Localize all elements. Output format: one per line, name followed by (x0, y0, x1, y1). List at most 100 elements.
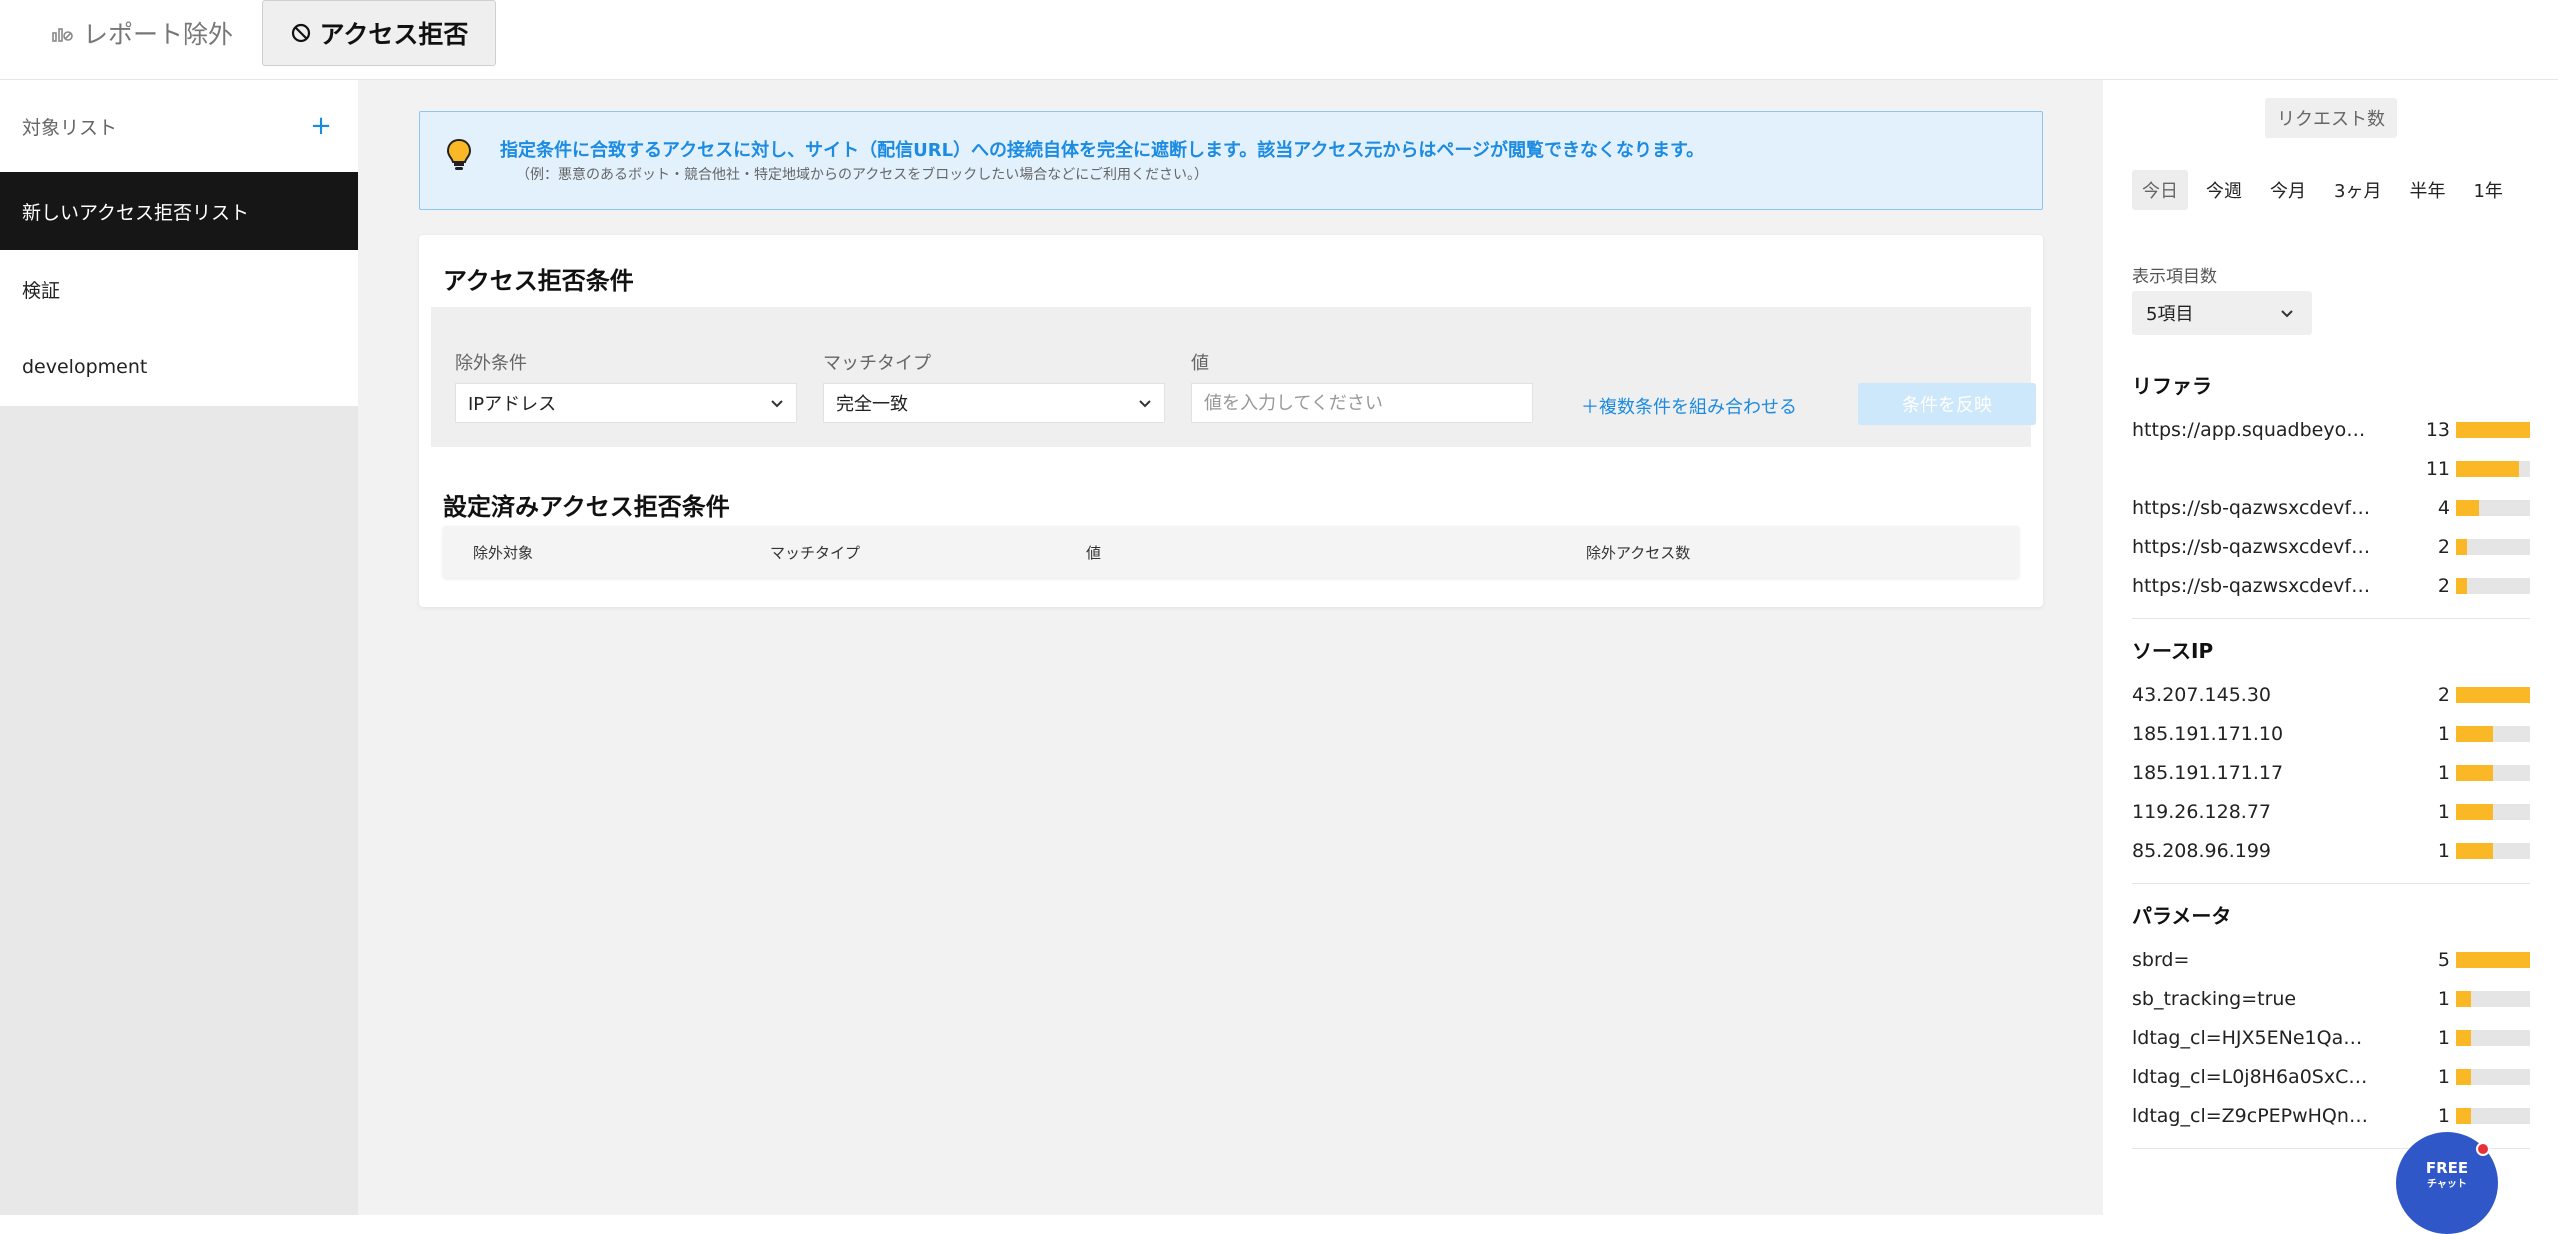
count-bar-fill (2456, 422, 2530, 438)
tab-report-exclude[interactable]: レポート除外 (32, 0, 252, 66)
count-bar (2456, 422, 2530, 438)
exclude-condition-select[interactable]: IPアドレス (455, 383, 797, 423)
sidebar-item-label: 検証 (22, 279, 61, 302)
period-selector: 今日 今週 今月 3ヶ月 半年 1年 (2132, 170, 2521, 210)
info-banner: 指定条件に合致するアクセスに対し、サイト（配信URL）への接続自体を完全に遮断し… (419, 111, 2043, 210)
match-type-value: 完全一致 (836, 394, 908, 415)
referrer-row-label[interactable]: https://app.squadbeyond.com/... (2132, 419, 2372, 441)
source-ip-row-count: 1 (2437, 761, 2450, 784)
referrer-row-count: 4 (2437, 496, 2450, 519)
source-ip-row-label[interactable]: 85.208.96.199 (2132, 840, 2372, 862)
referrer-row-count: 2 (2437, 535, 2450, 558)
chat-label-line2: チャット (2427, 1178, 2467, 1190)
count-bar (2456, 539, 2530, 555)
period-3-months[interactable]: 3ヶ月 (2324, 170, 2391, 210)
parameter-row-count: 1 (2437, 1065, 2450, 1088)
parameter-row: sbrd= 5 (2132, 940, 2530, 979)
parameter-row: ldtag_cl=L0j8H6a0SxCqLmNr 1 (2132, 1057, 2530, 1096)
exclude-condition-label: 除外条件 (455, 353, 527, 374)
sidebar: 対象リスト + 新しいアクセス拒否リスト 検証 development (0, 80, 358, 1215)
divider (2132, 883, 2530, 884)
count-bar (2456, 843, 2530, 859)
block-icon (290, 22, 312, 44)
add-list-button[interactable]: + (306, 111, 336, 141)
parameter-row: ldtag_cl=HJX5ENe1Qa2XyZwv 1 (2132, 1018, 2530, 1057)
source-ip-row-label[interactable]: 185.191.171.17 (2132, 762, 2372, 784)
count-bar-fill (2456, 726, 2493, 742)
count-bar-fill (2456, 1108, 2471, 1124)
count-bar (2456, 991, 2530, 1007)
info-example-text: （例：悪意のあるボット・競合他社・特定地域からのアクセスをブロックしたい場合など… (516, 167, 1209, 183)
parameter-row-count: 1 (2437, 987, 2450, 1010)
source-ip-row-count: 1 (2437, 722, 2450, 745)
referrer-row-label[interactable]: https://sb-qazwsxcdevfrbgtnhy... (2132, 575, 2372, 597)
count-bar (2456, 765, 2530, 781)
source-ip-row-count: 1 (2437, 839, 2450, 862)
sidebar-item-development[interactable]: development (0, 328, 358, 406)
column-header-match-type: マッチタイプ (770, 544, 861, 562)
parameter-row-count: 1 (2437, 1104, 2450, 1127)
sidebar-header-label: 対象リスト (22, 116, 118, 139)
configured-conditions-table-header: 除外対象 マッチタイプ 値 除外アクセス数 (443, 526, 2019, 578)
value-input[interactable] (1191, 383, 1533, 423)
source-ip-title: ソースIP (2132, 639, 2214, 663)
info-main-text: 指定条件に合致するアクセスに対し、サイト（配信URL）への接続自体を完全に遮断し… (500, 140, 1705, 161)
source-ip-section: ソースIP 43.207.145.30 2 185.191.171.10 1 185.1… (2132, 635, 2530, 870)
match-type-label: マッチタイプ (823, 353, 931, 374)
count-bar-fill (2456, 804, 2493, 820)
chevron-down-icon (1138, 393, 1152, 414)
source-ip-row: 185.191.171.10 1 (2132, 714, 2530, 753)
period-half-year[interactable]: 半年 (2399, 170, 2455, 210)
request-count-label: リクエスト数 (2265, 98, 2397, 138)
column-header-value: 値 (1086, 544, 1102, 562)
combine-conditions-link[interactable]: ＋複数条件を組み合わせる (1581, 393, 1797, 419)
count-bar-fill (2456, 461, 2519, 477)
chart-filter-icon (51, 23, 75, 43)
conditions-title: アクセス拒否条件 (443, 267, 634, 295)
referrer-row: 11 (2132, 449, 2530, 488)
period-this-week[interactable]: 今週 (2196, 170, 2252, 210)
match-type-select[interactable]: 完全一致 (823, 383, 1165, 423)
chevron-down-icon (770, 393, 784, 414)
condition-form: 除外条件 IPアドレス マッチタイプ 完全一致 値 ＋複数条件を組み合わせる 条… (431, 307, 2036, 447)
count-bar-fill (2456, 687, 2530, 703)
column-header-exclude-target: 除外対象 (473, 544, 534, 562)
sidebar-item-label: 新しいアクセス拒否リスト (22, 201, 250, 224)
source-ip-row-label[interactable]: 43.207.145.30 (2132, 684, 2372, 706)
referrer-row-count: 2 (2437, 574, 2450, 597)
count-bar (2456, 461, 2530, 477)
exclude-condition-value: IPアドレス (468, 394, 557, 415)
source-ip-row-label[interactable]: 119.26.128.77 (2132, 801, 2372, 823)
referrer-row-label[interactable]: https://sb-qazwsxcdevfrbgtnhy... (2132, 536, 2372, 558)
period-this-month[interactable]: 今月 (2260, 170, 2316, 210)
referrer-row-label[interactable]: https://sb-qazwsxcdevfrbgtnhy... (2132, 497, 2372, 519)
count-bar-fill (2456, 1069, 2471, 1085)
count-bar (2456, 1108, 2530, 1124)
parameter-row-label[interactable]: ldtag_cl=HJX5ENe1Qa2XyZwv (2132, 1027, 2372, 1049)
parameter-row-label[interactable]: ldtag_cl=L0j8H6a0SxCqLmNr (2132, 1066, 2372, 1088)
period-1-year[interactable]: 1年 (2463, 170, 2512, 210)
count-bar (2456, 804, 2530, 820)
parameter-row-label[interactable]: sbrd= (2132, 949, 2372, 971)
parameter-row: ldtag_cl=Z9cPEPwHQnSbVtKo 1 (2132, 1096, 2530, 1135)
period-today[interactable]: 今日 (2132, 170, 2188, 210)
sidebar-item-verification[interactable]: 検証 (0, 250, 358, 328)
referrer-row-count: 13 (2425, 418, 2450, 441)
tab-access-deny[interactable]: アクセス拒否 (262, 0, 496, 66)
parameter-row-label[interactable]: ldtag_cl=Z9cPEPwHQnSbVtKo (2132, 1105, 2372, 1127)
chat-support-button[interactable]: FREE チャット (2396, 1132, 2498, 1234)
source-ip-row: 185.191.171.17 1 (2132, 753, 2530, 792)
count-bar-fill (2456, 500, 2479, 516)
parameter-row-label[interactable]: sb_tracking=true (2132, 988, 2372, 1010)
source-ip-row: 119.26.128.77 1 (2132, 792, 2530, 831)
sidebar-header: 対象リスト + (0, 80, 358, 172)
value-label: 値 (1191, 353, 1209, 374)
source-ip-row-label[interactable]: 185.191.171.10 (2132, 723, 2372, 745)
display-count-select[interactable]: 5項目 (2132, 291, 2312, 335)
count-bar-fill (2456, 843, 2493, 859)
tab-report-exclude-label: レポート除外 (82, 20, 233, 49)
apply-condition-button[interactable]: 条件を反映 (1858, 383, 2036, 425)
sidebar-item-new-access-deny-list[interactable]: 新しいアクセス拒否リスト (0, 172, 358, 250)
count-bar (2456, 952, 2530, 968)
count-bar-fill (2456, 952, 2530, 968)
